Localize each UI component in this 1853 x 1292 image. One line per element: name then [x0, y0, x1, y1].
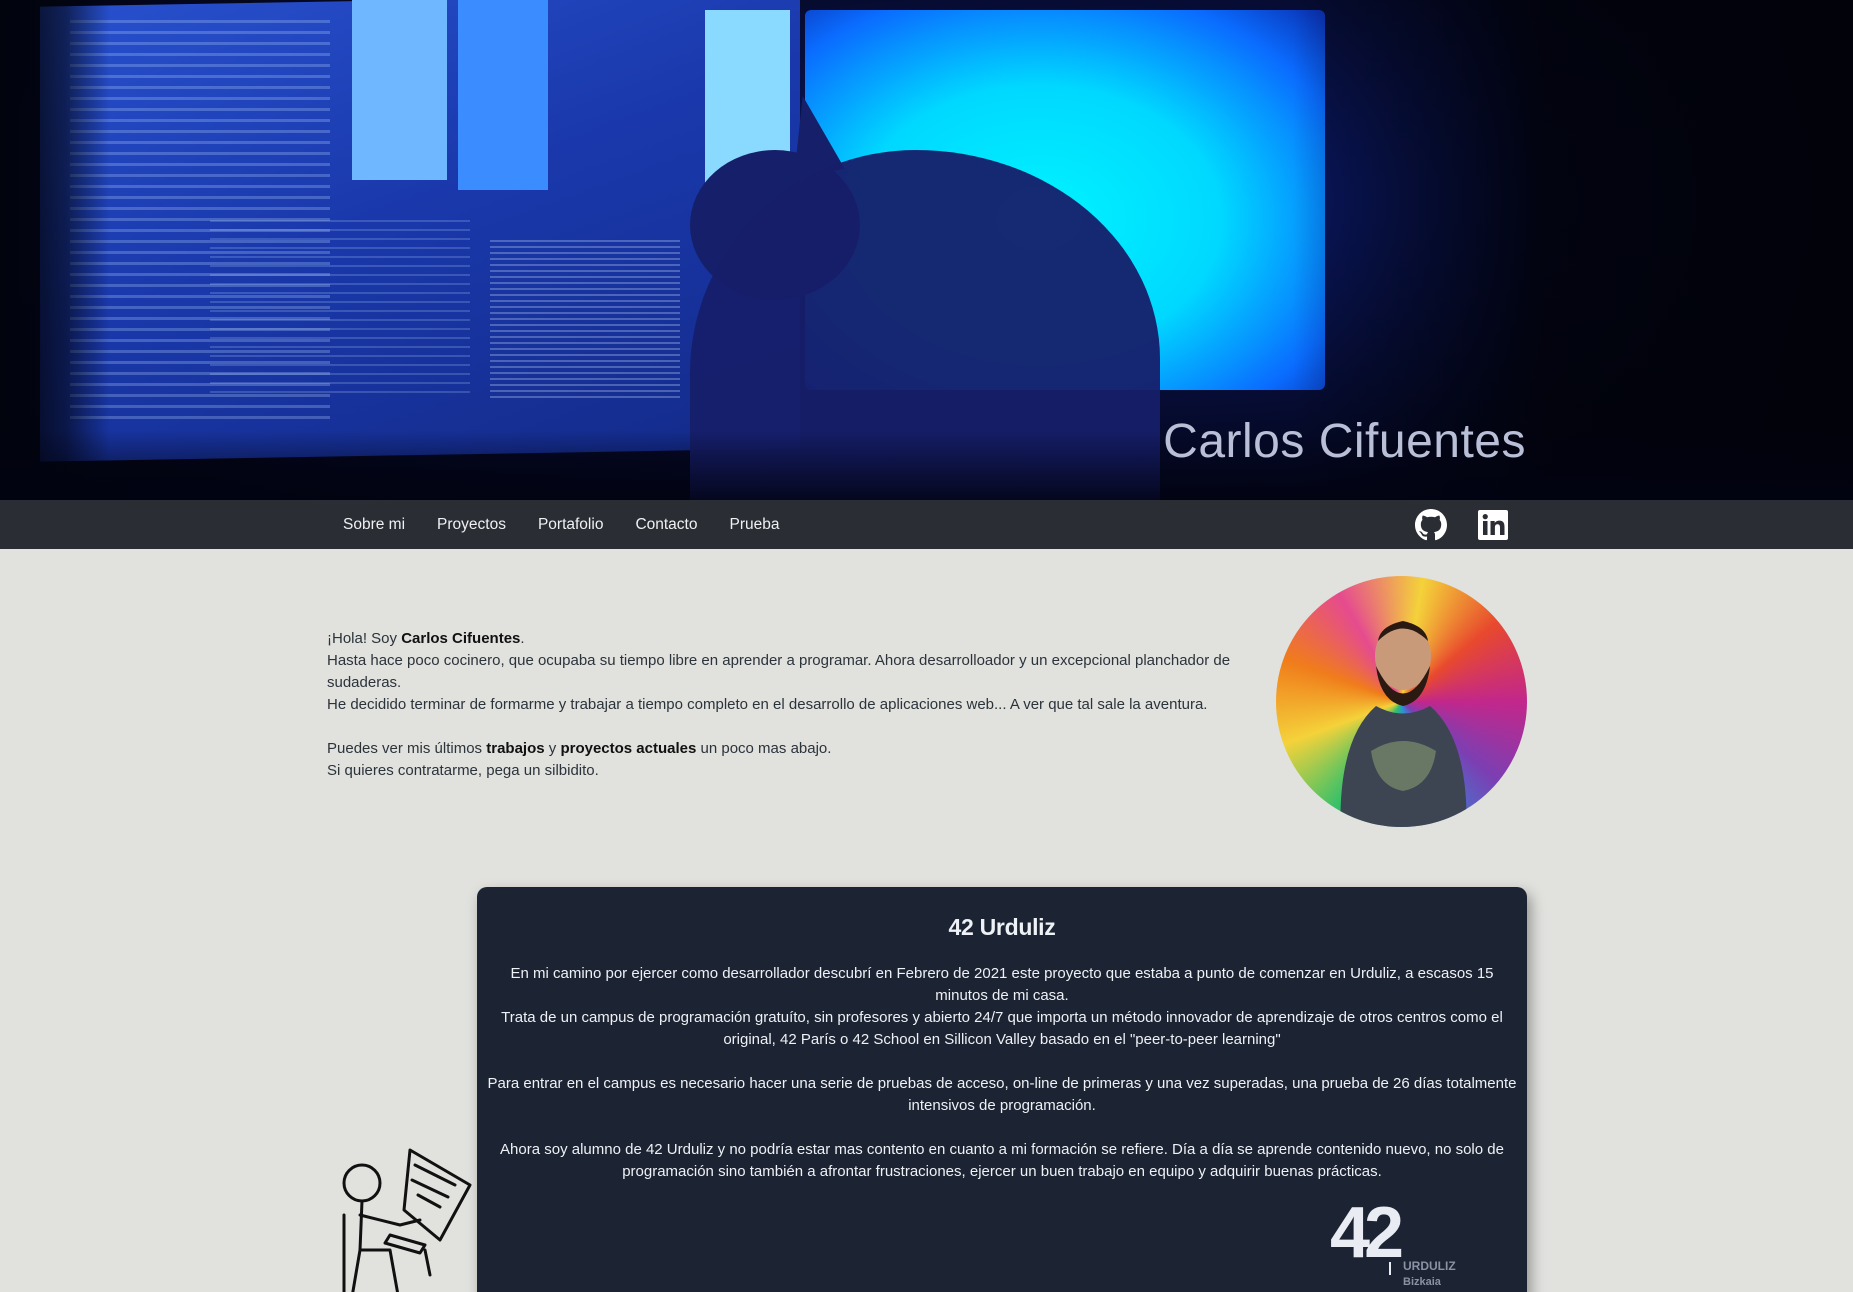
about-me-section: ¡Hola! Soy Carlos Cifuentes. Hasta hace …	[327, 628, 1247, 782]
github-icon[interactable]	[1415, 508, 1447, 541]
nav-link-proyectos[interactable]: Proyectos	[421, 500, 522, 549]
intro-line-4: Puedes ver mis últimos trabajos y proyec…	[327, 740, 832, 757]
site-title: Carlos Cifuentes	[1163, 415, 1526, 468]
intro-name: Carlos Cifuentes	[401, 630, 521, 647]
nav-link-portafolio[interactable]: Portafolio	[522, 500, 619, 549]
card-paragraph-3: Para entrar en el campus es necesario ha…	[487, 1075, 1517, 1114]
profile-avatar	[1276, 576, 1527, 827]
hero-banner: Carlos Cifuentes	[0, 0, 1853, 500]
link-proyectos-actuales: proyectos actuales	[560, 740, 697, 757]
link-trabajos: trabajos	[486, 740, 545, 757]
nav-link-sobre-mi[interactable]: Sobre mi	[327, 500, 421, 549]
linkedin-icon[interactable]	[1477, 509, 1509, 541]
card-paragraph-2: Trata de un campus de programación gratu…	[501, 1009, 1503, 1048]
svg-text:Bizkaia: Bizkaia	[1403, 1276, 1442, 1288]
programmer-sketch-illustration	[342, 1148, 472, 1292]
intro-line-5: Si quieres contratarme, pega un silbidit…	[327, 762, 599, 779]
intro-greeting: ¡Hola! Soy Carlos Cifuentes.	[327, 630, 525, 647]
intro-line-2: Hasta hace poco cocinero, que ocupaba su…	[327, 652, 1231, 691]
nav-link-contacto[interactable]: Contacto	[619, 500, 713, 549]
42-urduliz-logo: 42 URDULIZ Bizkaia	[1330, 1197, 1456, 1288]
card-paragraph-4: Ahora soy alumno de 42 Urduliz y no podr…	[500, 1141, 1504, 1180]
profile-photo-person	[1340, 621, 1467, 827]
social-links	[1415, 500, 1509, 549]
card-title: 42 Urduliz	[948, 914, 1056, 940]
card-paragraph-1: En mi camino por ejercer como desarrolla…	[510, 965, 1494, 1004]
main-navbar: Sobre mi Proyectos Portafolio Contacto P…	[0, 500, 1853, 549]
nav-link-prueba[interactable]: Prueba	[713, 500, 795, 549]
svg-text:42: 42	[1330, 1197, 1402, 1273]
svg-text:URDULIZ: URDULIZ	[1403, 1259, 1456, 1273]
intro-line-3: He decidido terminar de formarme y traba…	[327, 696, 1208, 713]
card-body: En mi camino por ejercer como desarrolla…	[485, 963, 1519, 1183]
nav-links: Sobre mi Proyectos Portafolio Contacto P…	[327, 500, 795, 549]
